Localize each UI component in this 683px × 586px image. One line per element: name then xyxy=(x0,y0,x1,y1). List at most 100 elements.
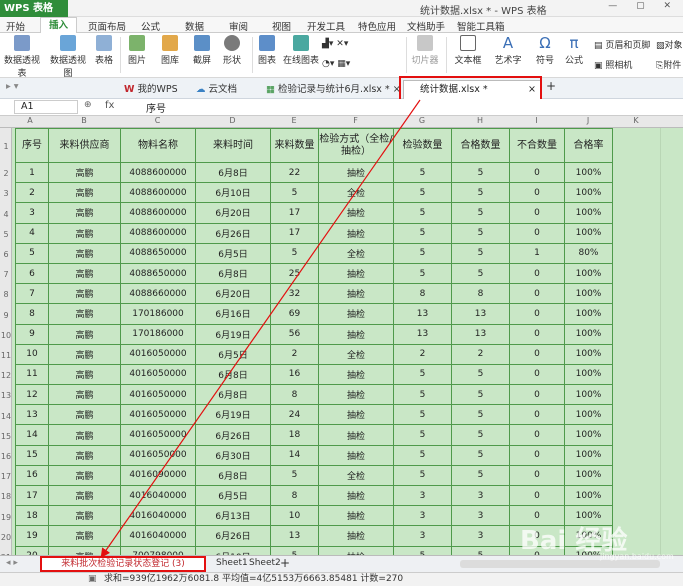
table-cell[interactable]: 0 xyxy=(509,384,565,406)
row-number[interactable]: 14 xyxy=(0,412,12,421)
slicer-button[interactable]: 切片器 xyxy=(410,35,440,66)
table-cell[interactable]: 13 xyxy=(451,303,510,325)
add-sheet-button[interactable]: + xyxy=(280,556,290,570)
table-cell[interactable]: 100% xyxy=(564,262,613,285)
table-cell[interactable]: 10 xyxy=(270,505,319,527)
table-cell[interactable]: 6月8日 xyxy=(195,363,271,386)
sheet-tab-sheet1[interactable]: Sheet1 xyxy=(216,558,248,568)
table-cell[interactable]: 100% xyxy=(564,424,613,446)
menu-data[interactable]: 数据 xyxy=(185,19,204,33)
table-cell[interactable]: 0 xyxy=(509,182,565,204)
table-cell[interactable]: 13 xyxy=(393,303,452,325)
table-cell[interactable]: 抽检 xyxy=(318,505,394,527)
table-cell[interactable]: 4016040000 xyxy=(120,505,196,527)
table-cell[interactable]: 100% xyxy=(564,363,613,386)
table-cell[interactable]: 0 xyxy=(509,343,565,365)
table-cell[interactable]: 6月8日 xyxy=(195,384,271,406)
table-cell[interactable]: 5 xyxy=(270,182,319,204)
table-cell[interactable]: 6月8日 xyxy=(195,161,271,184)
column-header-cell[interactable]: 合格率 xyxy=(564,128,613,163)
table-cell[interactable]: 全检 xyxy=(318,182,394,204)
new-tab-button[interactable]: + xyxy=(546,79,556,93)
column-header-cell[interactable]: 来料供应商 xyxy=(48,128,121,163)
app-menu-button[interactable]: WPS 表格 xyxy=(0,0,68,17)
row-number[interactable]: 15 xyxy=(0,432,12,441)
table-cell[interactable]: 抽检 xyxy=(318,484,394,507)
table-cell[interactable]: 6月8日 xyxy=(195,464,271,487)
table-cell[interactable]: 10 xyxy=(15,343,49,365)
table-cell[interactable]: 抽检 xyxy=(318,525,394,547)
column-header-cell[interactable]: 来料数量 xyxy=(270,128,319,163)
row-number[interactable]: 20 xyxy=(0,533,12,542)
table-cell[interactable]: 高鹏 xyxy=(48,262,121,285)
table-cell[interactable]: 4088600000 xyxy=(120,222,196,244)
table-cell[interactable]: 17 xyxy=(15,484,49,507)
table-cell[interactable]: 15 xyxy=(15,444,49,466)
column-header-cell[interactable]: 检验方式（全检/抽检） xyxy=(318,128,394,163)
table-cell[interactable]: 高鹏 xyxy=(48,323,121,345)
tab-file-inspection[interactable]: ▦ 检验记录与统计6月.xlsx * × xyxy=(266,81,401,95)
table-cell[interactable]: 6月5日 xyxy=(195,484,271,507)
table-cell[interactable]: 22 xyxy=(270,161,319,184)
table-cell[interactable]: 5 xyxy=(451,424,510,446)
row-number[interactable]: 6 xyxy=(0,250,12,259)
table-cell[interactable]: 高鹏 xyxy=(48,545,121,555)
table-cell[interactable]: 5 xyxy=(393,161,452,184)
formula-button[interactable]: π 公式 xyxy=(562,35,586,66)
table-cell[interactable]: 5 xyxy=(393,464,452,487)
table-cell[interactable]: 高鹏 xyxy=(48,484,121,507)
table-cell[interactable]: 6月8日 xyxy=(195,262,271,285)
table-cell[interactable]: 高鹏 xyxy=(48,283,121,305)
row-number[interactable]: 2 xyxy=(0,169,12,178)
table-cell[interactable]: 高鹏 xyxy=(48,363,121,386)
table-cell[interactable]: 4088650000 xyxy=(120,242,196,264)
table-cell[interactable]: 11 xyxy=(15,363,49,386)
table-cell[interactable]: 13 xyxy=(15,404,49,426)
table-cell[interactable]: 0 xyxy=(509,283,565,305)
menu-home[interactable]: 开始 xyxy=(6,19,25,33)
table-cell[interactable]: 5 xyxy=(451,161,510,184)
table-cell[interactable]: 高鹏 xyxy=(48,222,121,244)
table-cell[interactable]: 4016040000 xyxy=(120,525,196,547)
table-cell[interactable]: 0 xyxy=(509,262,565,285)
table-cell[interactable]: 抽检 xyxy=(318,384,394,406)
table-cell[interactable]: 100% xyxy=(564,283,613,305)
table-cell[interactable]: 100% xyxy=(564,182,613,204)
table-cell[interactable]: 6月26日 xyxy=(195,424,271,446)
col-header-e[interactable]: E xyxy=(270,116,318,125)
sheet-grid[interactable]: 序号 来料供应商 物料名称 来料时间 来料数量 检验方式（全检/抽检） 检验数量 合格数量 不合… xyxy=(12,128,683,555)
nav-arrows[interactable]: ▸ ▾ xyxy=(6,81,19,92)
menu-formula[interactable]: 公式 xyxy=(141,19,160,33)
online-chart-button[interactable]: 在线图表 xyxy=(282,35,320,66)
table-cell[interactable]: 6月20日 xyxy=(195,202,271,224)
table-cell[interactable]: 20 xyxy=(15,545,49,555)
table-cell[interactable]: 6月5日 xyxy=(195,242,271,264)
column-header-cell[interactable]: 不合数量 xyxy=(509,128,565,163)
table-cell[interactable]: 5 xyxy=(451,444,510,466)
table-cell[interactable]: 5 xyxy=(393,262,452,285)
col-header-a[interactable]: A xyxy=(12,116,48,125)
table-cell[interactable]: 17 xyxy=(270,222,319,244)
row-number[interactable]: 1 xyxy=(0,142,12,151)
zoom-icon[interactable]: ⊕ xyxy=(84,100,92,110)
table-cell[interactable]: 4016050000 xyxy=(120,343,196,365)
table-cell[interactable]: 4016040000 xyxy=(120,484,196,507)
horizontal-scrollbar[interactable] xyxy=(460,560,660,568)
table-cell[interactable]: 8 xyxy=(15,303,49,325)
table-cell[interactable]: 6月26日 xyxy=(195,525,271,547)
window-controls[interactable]: — ▢ ✕ xyxy=(608,1,679,11)
table-cell[interactable]: 6月10日 xyxy=(195,545,271,555)
table-cell[interactable]: 6月13日 xyxy=(195,505,271,527)
table-cell[interactable]: 5 xyxy=(451,182,510,204)
table-cell[interactable]: 0 xyxy=(509,323,565,345)
table-cell[interactable]: 4016050000 xyxy=(120,404,196,426)
column-header-cell[interactable]: 检验数量 xyxy=(393,128,452,163)
table-cell[interactable]: 高鹏 xyxy=(48,202,121,224)
table-cell[interactable]: 100% xyxy=(564,384,613,406)
table-cell[interactable]: 170186000 xyxy=(120,303,196,325)
table-cell[interactable]: 1 xyxy=(15,161,49,184)
table-cell[interactable]: 16 xyxy=(270,363,319,386)
table-cell[interactable]: 2 xyxy=(393,343,452,365)
row-number[interactable]: 19 xyxy=(0,513,12,522)
table-cell[interactable]: 6月16日 xyxy=(195,303,271,325)
